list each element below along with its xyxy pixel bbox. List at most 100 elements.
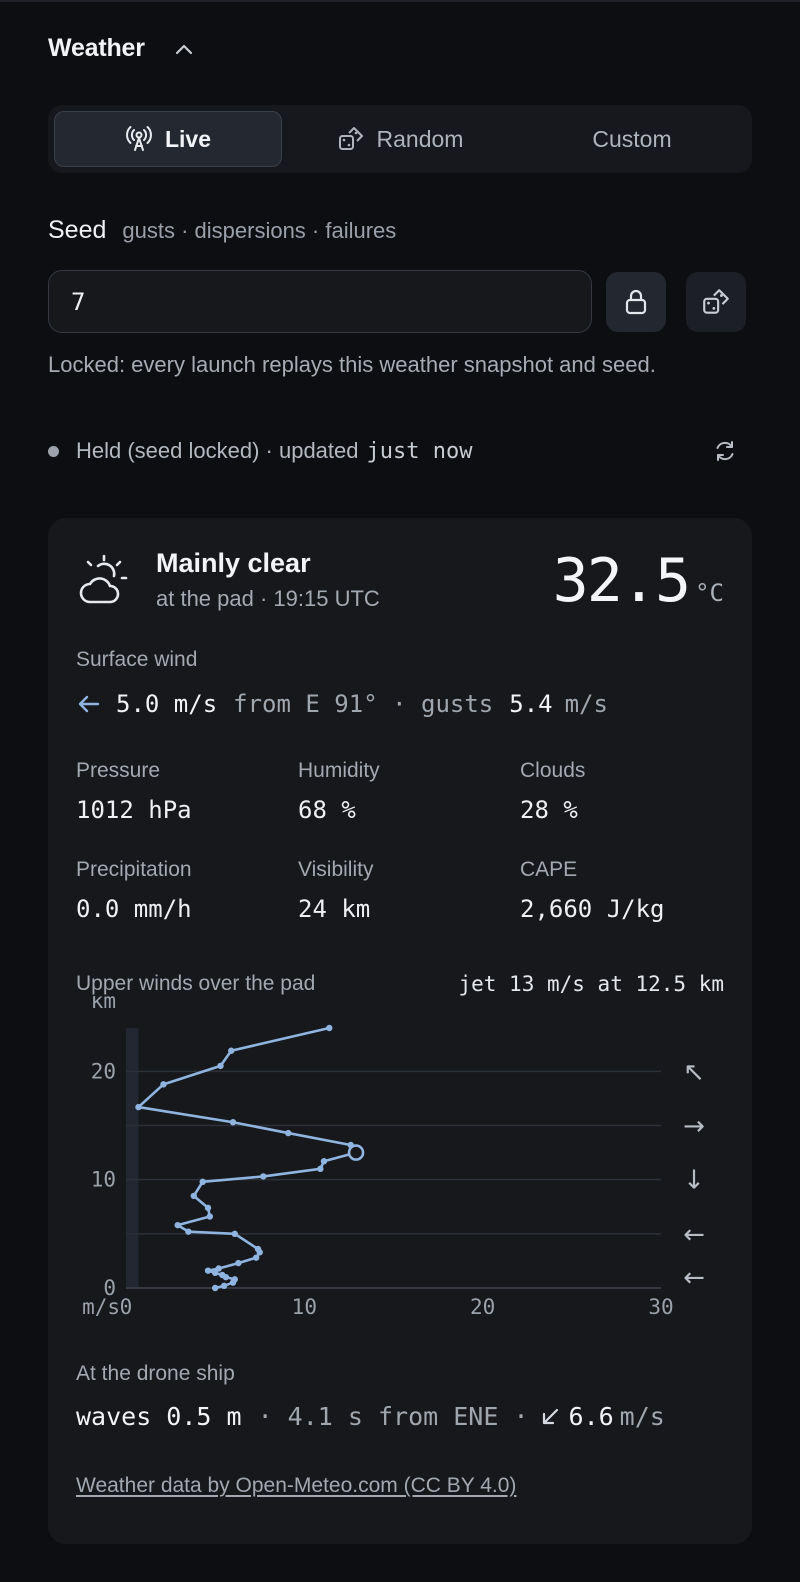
x-axis-label: m/s (82, 1295, 120, 1319)
wind-profile-point (235, 1259, 242, 1267)
seed-label: Seed (48, 216, 107, 244)
wave-height: waves 0.5 m (76, 1402, 242, 1431)
mode-live-button[interactable]: Live (54, 111, 282, 167)
wind-profile-point (206, 1213, 214, 1220)
wave-detail: · 4.1 s from ENE · (257, 1402, 529, 1431)
jet-summary: jet 13 m/s at 12.5 km (458, 972, 724, 996)
chevron-up-icon[interactable] (173, 38, 195, 60)
humidity-label: Humidity (298, 759, 380, 782)
wind-profile-point (174, 1221, 181, 1229)
wind-profile-point (135, 1103, 142, 1111)
cape-value: 2,660 J/kg (520, 895, 665, 923)
ship-wind-speed: 6.6 (568, 1402, 614, 1431)
wind-profile-point (252, 1254, 260, 1261)
status-time: just now (366, 438, 473, 464)
gust-speed: 5.4 (509, 690, 553, 718)
y-tick-label: 20 (91, 1059, 116, 1083)
y-axis-label: km (91, 996, 116, 1013)
mode-random-label: Random (376, 125, 464, 152)
wind-profile-point (190, 1192, 197, 1200)
drone-ship-label: At the drone ship (76, 1362, 235, 1385)
refresh-icon[interactable] (712, 438, 738, 464)
dice-icon (703, 289, 729, 314)
seed-lock-note: Locked: every launch replays this weathe… (48, 352, 656, 377)
seed-header: Seed gusts · dispersions · failures (48, 216, 396, 245)
precipitation-value: 0.0 mm/h (76, 895, 192, 923)
wind-direction-arrow: → (683, 1112, 705, 1142)
upper-winds-title: Upper winds over the pad (76, 972, 316, 995)
wind-direction-arrow: ← (683, 1220, 705, 1250)
pressure-label: Pressure (76, 759, 161, 782)
precipitation-label: Precipitation (76, 858, 192, 881)
wind-profile-point (204, 1204, 212, 1212)
wind-direction: from E 91° · gusts (233, 690, 494, 718)
wind-profile-point (215, 1265, 222, 1272)
wind-speed: 5.0 m/s (116, 690, 218, 718)
wind-profile-point (231, 1276, 238, 1283)
condition-text: Mainly clear (156, 548, 311, 578)
mode-custom-button[interactable]: Custom (518, 111, 746, 167)
x-tick-label: 10 (292, 1295, 317, 1319)
clouds-label: Clouds (520, 759, 586, 782)
temperature-unit: °C (695, 579, 724, 607)
pressure-value: 1012 hPa (76, 796, 192, 824)
humidity-value: 68 % (298, 796, 356, 824)
wind-profile-point (160, 1081, 167, 1088)
partly-sunny-icon (79, 554, 128, 604)
x-tick-label: 0 (120, 1295, 133, 1319)
wind-profile-line (137, 1026, 358, 1290)
wind-profile-point (217, 1062, 224, 1070)
x-tick-label: 20 (470, 1295, 495, 1319)
wind-profile-point (204, 1267, 212, 1274)
top-divider (0, 0, 800, 2)
mode-custom-label: Custom (592, 125, 672, 152)
wind-profile-point (219, 1271, 226, 1279)
ship-wind-unit: m/s (619, 1402, 665, 1431)
visibility-label: Visibility (298, 858, 374, 881)
status-text: Held (seed locked) · updated (76, 438, 359, 463)
profile-band (126, 1028, 139, 1288)
surface-wind-label: Surface wind (76, 648, 198, 671)
wind-profile-point (254, 1245, 262, 1253)
cape-label: CAPE (520, 858, 578, 881)
dice-icon (338, 127, 363, 150)
weather-status: Held (seed locked) · updated just now (48, 436, 752, 466)
wind-profile-point (260, 1173, 267, 1180)
temperature: 32.5 °C (553, 546, 724, 616)
section-title: Weather (48, 34, 145, 62)
weather-card: Mainly clear at the pad · 19:15 UTC 32.5… (48, 518, 752, 1544)
arrow-left-icon (78, 695, 100, 713)
lock-icon (625, 289, 647, 315)
lock-seed-button[interactable] (606, 272, 666, 332)
mode-live-label: Live (164, 125, 212, 152)
randomize-seed-button[interactable] (686, 272, 746, 332)
wind-profile-point (185, 1228, 192, 1235)
wind-direction-arrow: ↓ (683, 1166, 705, 1196)
weather-section-header[interactable]: Weather (48, 34, 195, 63)
gust-unit: m/s (564, 690, 608, 718)
attribution-link[interactable]: Weather data by Open-Meteo.com (CC BY 4.… (76, 1474, 516, 1498)
seed-description: gusts · dispersions · failures (122, 218, 397, 243)
location-time: at the pad · 19:15 UTC (156, 586, 380, 611)
wind-profile-point (211, 1284, 219, 1292)
drone-ship-readout: waves 0.5 m · 4.1 s from ENE · 6.6 m/s (76, 1402, 665, 1431)
clouds-value: 28 % (520, 796, 578, 824)
wind-profile-point (285, 1129, 292, 1137)
mode-random-button[interactable]: Random (286, 111, 514, 167)
weather-mode-selector: Live Random Custom (48, 105, 752, 173)
surface-wind-readout: 5.0 m/s from E 91° · gusts 5.4 m/s (76, 690, 608, 718)
wind-profile-point (228, 1047, 235, 1054)
seed-input[interactable]: 7 (48, 270, 592, 333)
temperature-value: 32.5 (552, 546, 691, 616)
x-tick-label: 30 (648, 1295, 673, 1319)
wind-profile-point (326, 1024, 333, 1032)
status-dot (48, 445, 59, 457)
y-tick-label: 10 (91, 1168, 116, 1192)
antenna-icon (126, 126, 152, 151)
arrow-down-left-icon (542, 1408, 558, 1424)
wind-profile-point (231, 1230, 238, 1238)
jet-max-marker (347, 1144, 365, 1161)
visibility-value: 24 km (298, 895, 371, 923)
wind-direction-arrow: ← (683, 1263, 705, 1293)
wind-direction-arrow: ↖ (683, 1057, 705, 1087)
